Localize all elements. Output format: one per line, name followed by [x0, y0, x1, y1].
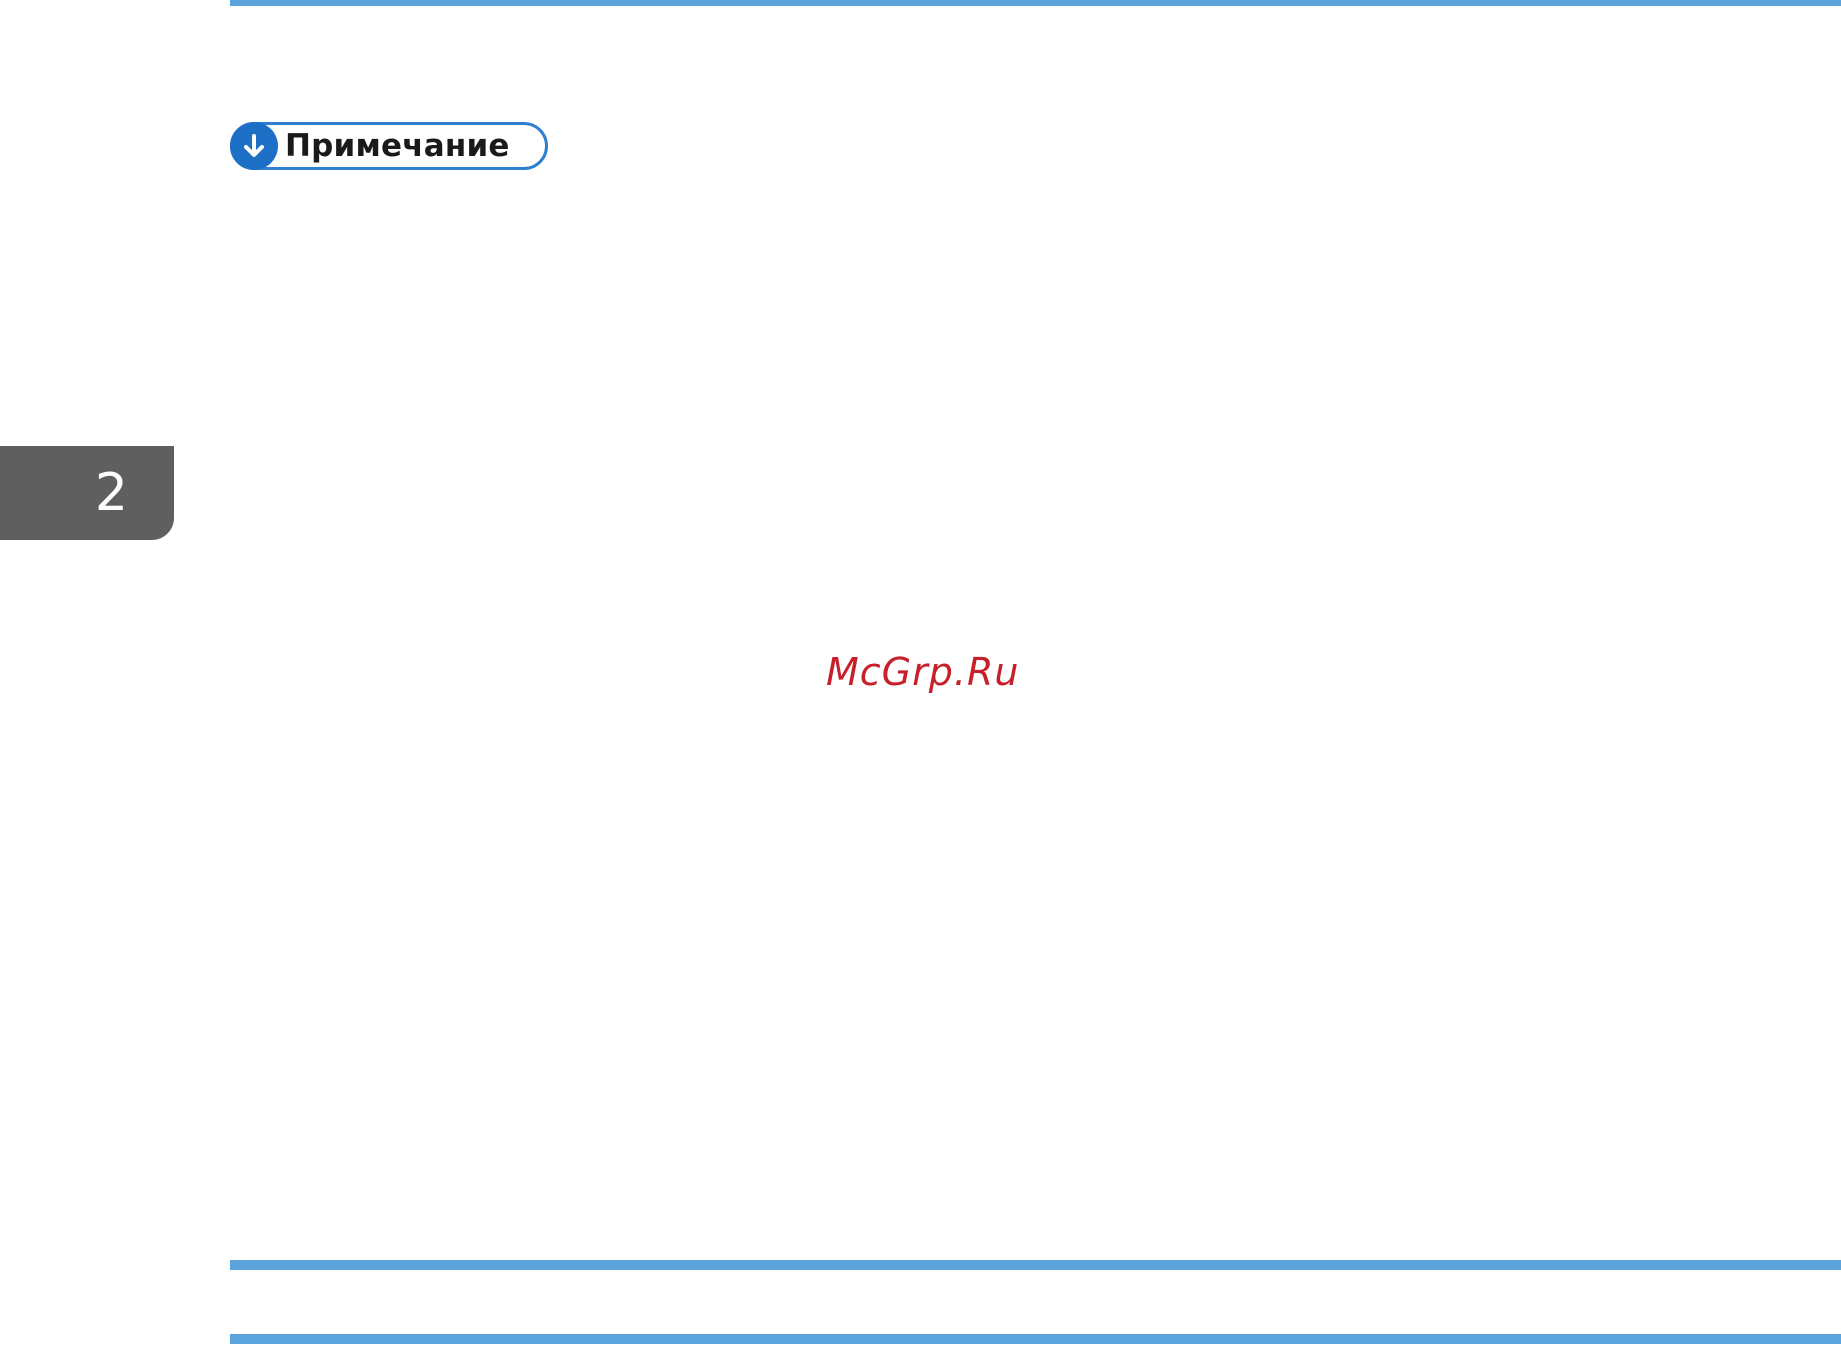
watermark: McGrp.Ru — [826, 650, 1020, 694]
note-title: Примечание — [285, 128, 510, 164]
chapter-tab: 2 — [0, 446, 174, 540]
chapter-number: 2 — [94, 463, 128, 523]
bottom-rule-upper — [230, 1260, 1841, 1270]
note-label: Примечание — [230, 122, 548, 170]
down-arrow-icon — [230, 122, 278, 170]
top-rule — [230, 0, 1841, 6]
bottom-rule-lower — [230, 1334, 1841, 1344]
